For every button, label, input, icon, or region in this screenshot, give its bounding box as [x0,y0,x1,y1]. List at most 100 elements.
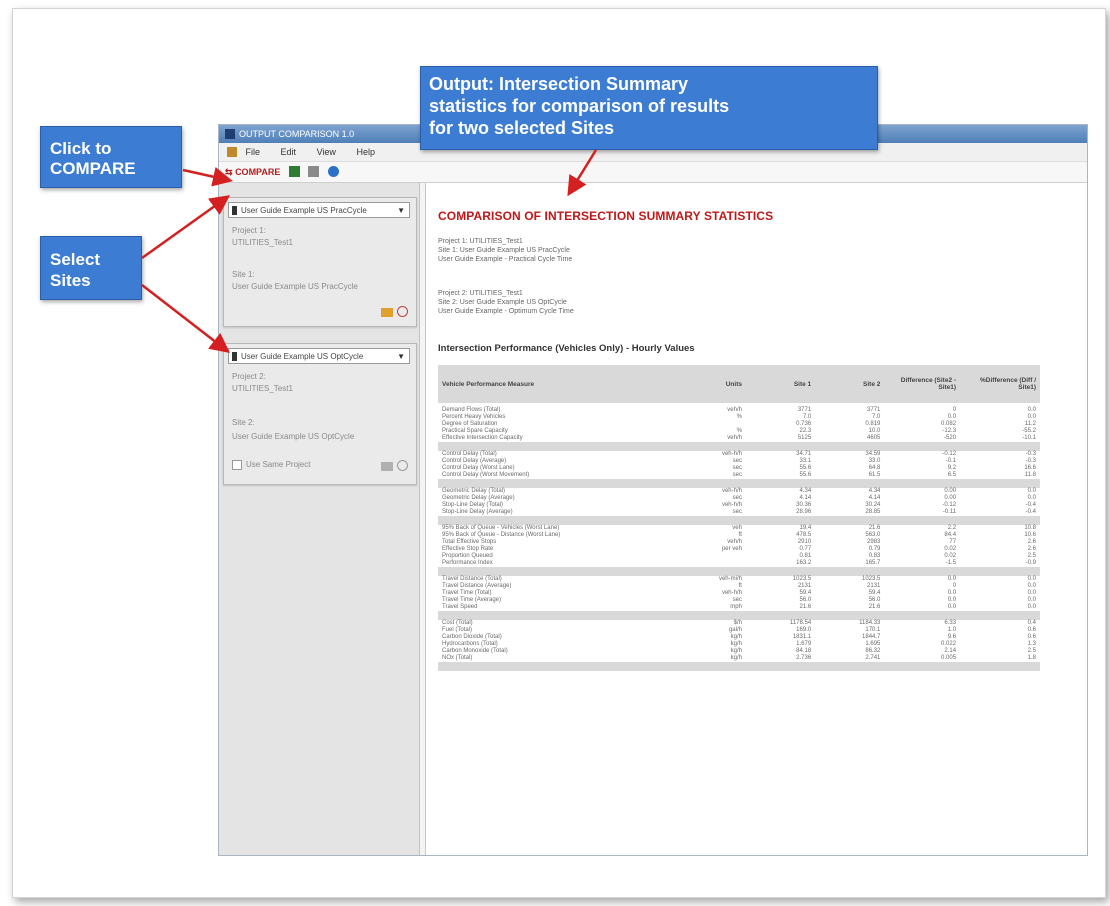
value-cell: ft [738,583,742,589]
value-cell: 7.0 [872,414,881,420]
callout-line: Click to [50,139,112,158]
meta-line: Site 2: User Guide Example US OptCycle [438,299,567,306]
value-cell: 163.2 [796,560,812,566]
report-document-icon[interactable] [308,166,320,177]
value-cell: 0.83 [868,553,881,559]
app-window: OUTPUT COMPARISON 1.0 File Edit View Hel… [218,124,1088,856]
site-1-selected: User Guide Example US PracCycle [241,206,367,215]
value-cell: -0.9 [1025,560,1036,566]
value-cell: 11.2 [1024,421,1036,427]
value-cell: 1.679 [796,641,812,647]
column-header: Units [681,365,746,403]
project-1-label: Project 1: [232,226,266,235]
value-cell: -55.2 [1022,428,1036,434]
help-icon[interactable] [327,166,339,177]
group-separator [438,611,1040,620]
value-cell: veh-h/h [721,451,742,457]
value-cell: 0.819 [865,421,881,427]
window-title: OUTPUT COMPARISON 1.0 [239,129,355,139]
checkbox-icon [232,460,242,470]
value-cell: sec [732,458,742,464]
table-row: Travel Time (Average) sec 56.0 56.0 0.0 0.0 [438,597,1040,604]
value-cell: 165.7 [865,560,881,566]
table-row: Performance Index 163.2 165.7 -1.5 -0.9 [438,560,1040,567]
value-cell: -0.1 [945,458,957,464]
clear-icon[interactable] [397,306,408,317]
value-cell: 2.736 [796,655,812,661]
value-cell: 2.6 [1027,539,1036,545]
value-cell: 2131 [867,583,881,589]
measure-cell: Effective Intersection Capacity [442,435,523,441]
value-cell: 1023.5 [792,576,812,582]
menu-help[interactable]: Help [356,147,375,157]
measure-cell: Control Delay (Average) [442,458,507,464]
value-cell: 10.6 [1024,532,1036,538]
table-header-row: Vehicle Performance Measure Units Site 1… [438,365,1040,403]
measure-cell: Performance Index [442,560,493,566]
column-header: Site 1 [745,365,816,403]
value-cell: 5125 [797,435,812,441]
site-selector-2: User Guide Example US OptCycle ▼ Project… [223,343,417,485]
value-cell: 9.6 [947,634,957,640]
open-folder-icon[interactable] [381,462,393,471]
site-2-dropdown[interactable]: User Guide Example US OptCycle ▼ [228,348,410,364]
value-cell: 59.4 [799,590,812,596]
value-cell: 169.0 [796,627,812,633]
value-cell: 55.6 [799,472,812,478]
value-cell: 0.022 [941,641,957,647]
site-1-dropdown[interactable]: User Guide Example US PracCycle ▼ [228,202,410,218]
table-row: Effective Stop Rate per veh 0.77 0.79 0.02 2.… [438,546,1040,553]
value-cell: 21.6 [868,525,881,531]
measure-cell: Practical Spare Capacity [442,428,508,434]
value-cell: 0.0 [1027,576,1036,582]
menu-view[interactable]: View [317,147,336,157]
callout-line: Sites [50,271,91,290]
clear-icon[interactable] [397,460,408,471]
value-cell: -0.4 [1025,509,1036,515]
value-cell: 84.18 [796,648,812,654]
measure-cell: Control Delay (Total) [442,451,497,457]
use-same-project-checkbox[interactable]: Use Same Project [232,460,310,470]
value-cell: 0.0 [1027,583,1036,589]
menu-edit[interactable]: Edit [281,147,297,157]
site-selector-1: User Guide Example US PracCycle ▼ Projec… [223,197,417,327]
site-2-actions [381,460,408,474]
table-row: Cost (Total) $/h 1178.54 1184.33 6.33 0.4 [438,620,1040,627]
value-cell: 28.96 [796,509,812,515]
callout-line: for two selected Sites [429,118,615,138]
value-cell: 0.02 [944,546,957,552]
table-row: Carbon Monoxide (Total) kg/h 84.18 86.32 2.1… [438,648,1040,655]
separator-cell [438,611,1040,620]
value-cell: 1.695 [865,641,881,647]
menu-file[interactable]: File [246,147,261,157]
measure-cell: Cost (Total) [442,620,473,626]
value-cell: 0.082 [941,421,957,427]
site-1-actions [381,306,408,320]
excel-export-icon[interactable] [288,166,300,177]
performance-table: Vehicle Performance Measure Units Site 1… [438,365,1040,671]
menu-app-icon[interactable] [227,147,237,157]
table-row: Demand Flows (Total) veh/h 3771 3771 0 0.0 [438,407,1040,414]
table-row: NOx (Total) kg/h 2.736 2.741 0.005 1.8 [438,655,1040,662]
measure-cell: Percent Heavy Vehicles [442,414,506,420]
value-cell: 0.0 [947,590,957,596]
table-row: Carbon Dioxide (Total) kg/h 1831.1 1844.7 9.… [438,634,1040,641]
table-row: Stop-Line Delay (Total) veh-h/h 30.36 30.24… [438,502,1040,509]
value-cell: 0.0 [1027,488,1036,494]
site-2-value: User Guide Example US OptCycle [232,432,355,441]
value-cell: $/h [733,620,742,626]
value-cell: 478.5 [796,532,812,538]
value-cell: 3771 [797,407,812,413]
open-folder-icon[interactable] [381,308,393,317]
value-cell: 2.2 [947,525,957,531]
measure-cell: Carbon Monoxide (Total) [442,648,508,654]
callout-line: Select [50,250,101,269]
value-cell: -0.4 [1025,502,1036,508]
value-cell: 0.4 [1027,620,1036,626]
value-cell: 0.0 [1027,414,1036,420]
value-cell: 0.0 [947,414,957,420]
measure-cell: Stop-Line Delay (Average) [442,509,513,515]
compare-button[interactable]: ⇆ COMPARE [225,162,280,182]
value-cell: 1184.33 [859,620,881,626]
value-cell: -12.3 [942,428,957,434]
